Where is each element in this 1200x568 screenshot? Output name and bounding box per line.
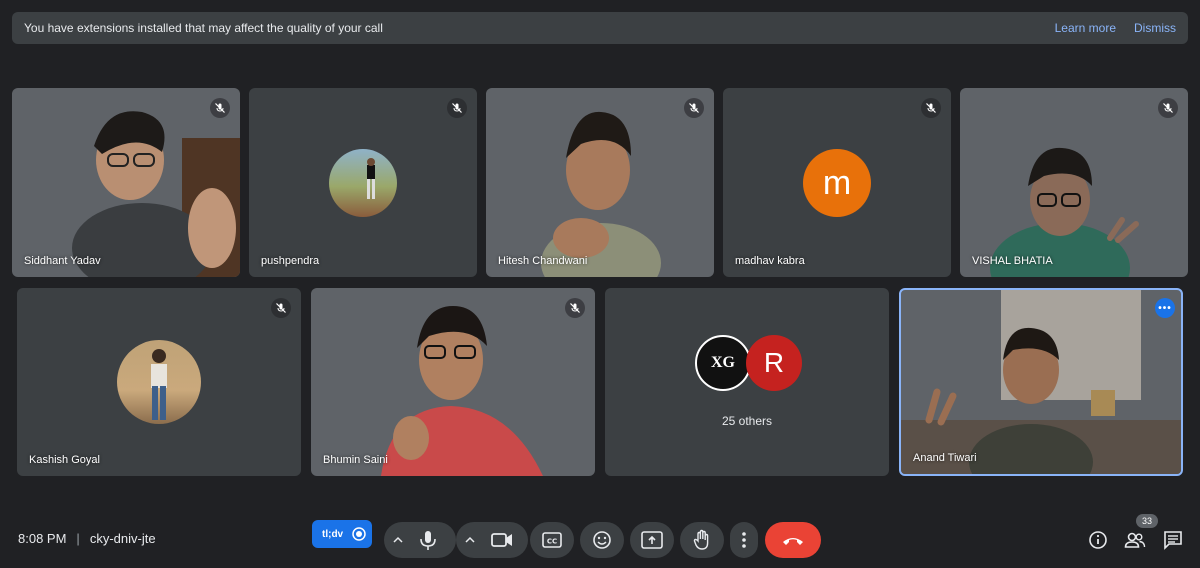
current-time: 8:08 PM: [18, 531, 67, 546]
participant-name: Siddhant Yadav: [24, 255, 101, 267]
more-options-button[interactable]: [730, 522, 758, 558]
mic-off-icon: [271, 298, 291, 318]
profile-photo-avatar: [329, 149, 397, 217]
more-options-icon[interactable]: •••: [1155, 298, 1175, 318]
captions-button[interactable]: CC: [530, 522, 574, 558]
participant-video: [72, 111, 240, 277]
others-count-label: 25 others: [721, 414, 773, 428]
camera-icon: [465, 533, 512, 547]
end-call-icon: [783, 538, 803, 545]
participant-video: [990, 147, 1139, 277]
more-vert-icon: [742, 532, 746, 548]
participant-tile-madhav[interactable]: m madhav kabra: [723, 88, 951, 277]
call-controls-bar: 8:08 PM | cky-dniv-jte tl;dv CC: [0, 510, 1200, 568]
people-button[interactable]: [1123, 528, 1147, 552]
info-icon: [1089, 531, 1107, 549]
participant-video: [901, 290, 1181, 474]
mic-off-icon: [921, 98, 941, 118]
dismiss-link[interactable]: Dismiss: [1134, 21, 1176, 35]
participant-name: Kashish Goyal: [29, 454, 100, 466]
meeting-info: 8:08 PM | cky-dniv-jte: [18, 531, 156, 546]
participant-tile-siddhant[interactable]: Siddhant Yadav: [12, 88, 240, 277]
participant-name: pushpendra: [261, 255, 320, 267]
microphone-control[interactable]: [384, 522, 456, 558]
svg-text:CC: CC: [547, 538, 557, 546]
mic-icon: [393, 531, 436, 550]
record-icon: [352, 527, 366, 541]
letter-avatar: R: [746, 335, 802, 391]
present-screen-button[interactable]: [630, 522, 674, 558]
participant-name: madhav kabra: [735, 255, 805, 267]
learn-more-link[interactable]: Learn more: [1055, 21, 1116, 35]
extension-label: tl;dv: [322, 528, 344, 540]
participant-tile-pushpendra[interactable]: pushpendra: [249, 88, 477, 277]
participant-tile-vishal[interactable]: VISHAL BHATIA: [960, 88, 1188, 277]
chat-icon: [1164, 531, 1182, 550]
participant-name: VISHAL BHATIA: [972, 255, 1053, 267]
separator: |: [76, 531, 80, 546]
tldv-extension-button[interactable]: tl;dv: [312, 520, 372, 548]
emoji-icon: [593, 531, 611, 549]
present-icon: [641, 531, 663, 549]
extensions-warning-banner: You have extensions installed that may a…: [12, 12, 1188, 44]
participant-tile-kashish[interactable]: Kashish Goyal: [17, 288, 301, 476]
others-tile[interactable]: XG R 25 others: [605, 288, 889, 476]
camera-control[interactable]: [456, 522, 528, 558]
mic-off-icon: [565, 298, 585, 318]
chat-button[interactable]: [1161, 528, 1185, 552]
participant-video: [381, 306, 543, 476]
participant-video: [541, 111, 661, 277]
participant-name: Hitesh Chandwani: [498, 255, 588, 267]
participant-name: Bhumin Saini: [323, 454, 388, 466]
participant-tile-hitesh[interactable]: Hitesh Chandwani: [486, 88, 714, 277]
banner-message: You have extensions installed that may a…: [24, 21, 383, 35]
closed-captions-icon: CC: [542, 532, 562, 548]
meeting-details-button[interactable]: [1086, 528, 1110, 552]
participant-count-badge: 33: [1136, 514, 1158, 528]
mic-off-icon: [684, 98, 704, 118]
participant-tile-anand[interactable]: ••• Anand Tiwari: [899, 288, 1183, 476]
raise-hand-button[interactable]: [680, 522, 724, 558]
meeting-code: cky-dniv-jte: [89, 531, 156, 546]
letter-avatar: m: [803, 149, 871, 217]
people-icon: [1124, 532, 1146, 548]
reactions-button[interactable]: [580, 522, 624, 558]
mic-off-icon: [210, 98, 230, 118]
leave-call-button[interactable]: [765, 522, 821, 558]
profile-photo-avatar: [117, 340, 201, 424]
participant-tile-bhumin[interactable]: Bhumin Saini: [311, 288, 595, 476]
xg-logo-avatar: XG: [695, 335, 751, 391]
mic-off-icon: [1158, 98, 1178, 118]
mic-off-icon: [447, 98, 467, 118]
participant-name: Anand Tiwari: [913, 452, 977, 464]
hand-icon: [693, 529, 709, 550]
